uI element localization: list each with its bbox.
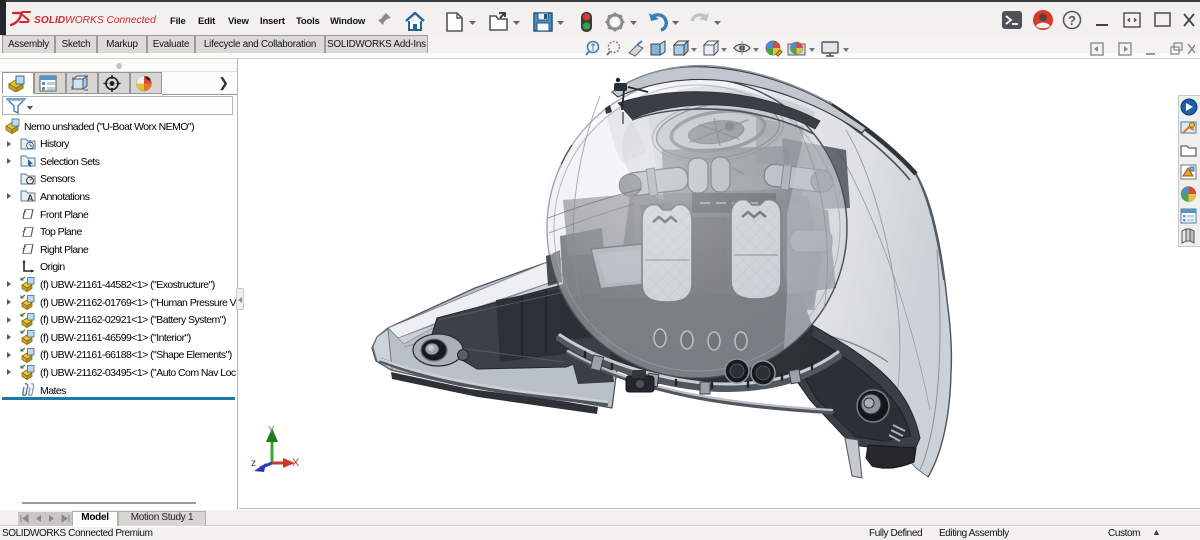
svg-text:A: A	[27, 193, 34, 203]
svg-text:Y: Y	[268, 425, 275, 436]
svg-text:z: z	[251, 458, 256, 469]
svg-text:X: X	[292, 457, 300, 469]
